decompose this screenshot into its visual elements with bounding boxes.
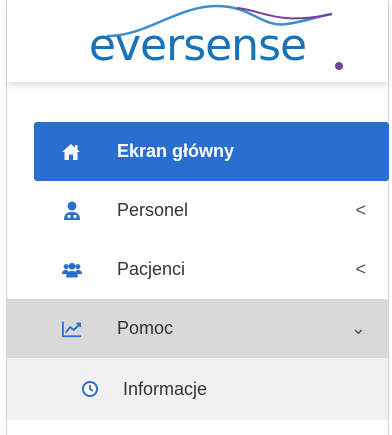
- sidebar-frame: eversense Ekran główny Personel < Pacjen…: [6, 0, 389, 435]
- sidebar-item-pacjenci[interactable]: Pacjenci <: [7, 240, 388, 299]
- sidebar-item-home[interactable]: Ekran główny: [34, 122, 389, 181]
- sidebar-item-pomoc[interactable]: Pomoc ⌄: [7, 299, 388, 358]
- sidebar-item-label: Pomoc: [117, 318, 174, 338]
- sidebar-item-personel[interactable]: Personel <: [7, 181, 388, 240]
- line-chart-icon: [62, 319, 82, 339]
- chevron-down-icon: ⌄: [350, 318, 366, 338]
- submenu-item-informacje[interactable]: Informacje: [7, 358, 388, 420]
- submenu-item-label: Informacje: [123, 378, 208, 399]
- sidebar-menu: Ekran główny Personel < Pacjenci < Pomoc…: [7, 122, 389, 420]
- chevron-left-icon: <: [355, 259, 366, 279]
- clock-icon: [81, 380, 99, 398]
- chevron-left-icon: <: [355, 200, 366, 220]
- users-icon: [62, 260, 82, 280]
- sidebar-item-label: Ekran główny: [117, 141, 235, 161]
- brand-logo: eversense: [88, 20, 307, 71]
- sidebar-item-label: Pacjenci: [117, 259, 186, 279]
- logo-header: eversense: [7, 0, 388, 82]
- home-icon: [61, 142, 81, 162]
- submenu-pomoc: Informacje: [7, 358, 388, 420]
- logo-dot: [335, 62, 343, 70]
- sidebar-item-label: Personel: [117, 200, 189, 220]
- user-doctor-icon: [62, 201, 82, 221]
